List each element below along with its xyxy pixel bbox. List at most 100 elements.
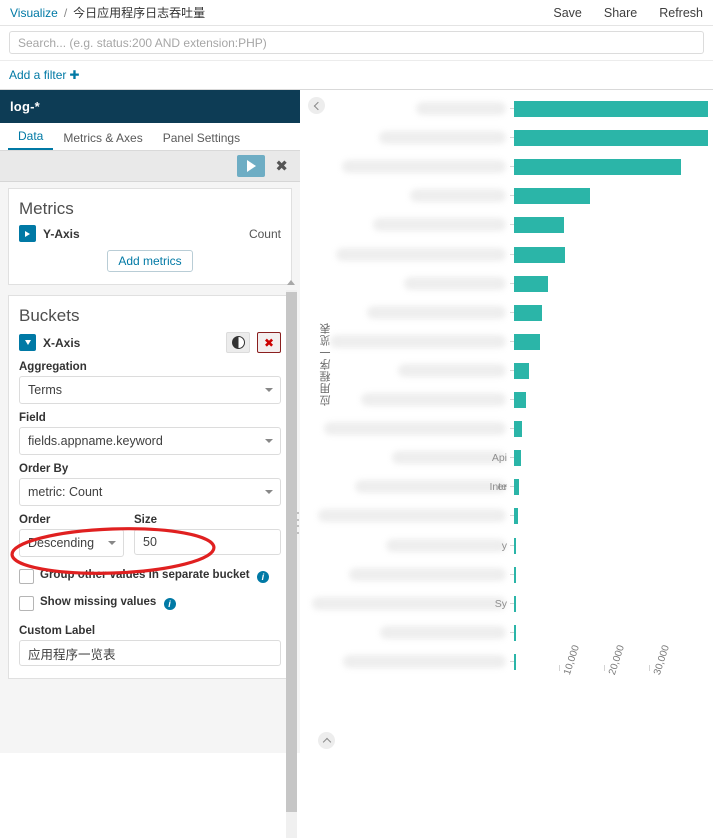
expand-y-axis-icon[interactable] <box>19 225 36 242</box>
collapse-x-axis-icon[interactable] <box>19 334 36 351</box>
breadcrumb-visualize[interactable]: Visualize <box>10 6 58 20</box>
category-label-redacted <box>373 218 506 232</box>
aggregation-select-value: Terms <box>28 383 63 397</box>
bar[interactable] <box>514 130 708 147</box>
bar[interactable] <box>514 362 529 379</box>
bar[interactable] <box>514 595 516 612</box>
bar[interactable] <box>514 188 590 205</box>
share-button[interactable]: Share <box>604 6 637 20</box>
show-missing-values-row[interactable]: Show missing values i <box>19 595 281 611</box>
bar-row[interactable] <box>514 275 549 292</box>
scroll-up-arrow-icon[interactable] <box>287 280 295 285</box>
bar-row[interactable] <box>514 130 708 147</box>
category-label-redacted <box>386 538 506 552</box>
size-input[interactable] <box>134 529 281 555</box>
bar[interactable] <box>514 479 520 496</box>
order-select-value: Descending <box>28 536 95 550</box>
category-tick <box>510 573 514 575</box>
bar-row[interactable] <box>514 392 527 408</box>
category-label-redacted <box>392 451 506 465</box>
bar[interactable] <box>514 304 542 321</box>
save-button[interactable]: Save <box>553 6 582 20</box>
category-label-redacted <box>398 363 506 377</box>
bar-row[interactable] <box>514 304 542 321</box>
bar-row[interactable] <box>514 479 520 496</box>
bar[interactable] <box>514 217 565 234</box>
group-other-values-checkbox[interactable] <box>19 569 34 584</box>
bar-row[interactable] <box>514 624 516 641</box>
show-missing-values-checkbox[interactable] <box>19 596 34 611</box>
category-label-redacted <box>380 625 506 639</box>
filter-bar: Add a filter ✚ <box>0 60 713 90</box>
bar-row[interactable] <box>514 421 522 438</box>
bar-row[interactable] <box>514 595 516 612</box>
order-column: Order Descending <box>19 506 124 557</box>
category-label-fragment: y <box>501 539 507 552</box>
bar[interactable] <box>514 275 549 292</box>
bar[interactable] <box>514 246 566 263</box>
bar[interactable] <box>514 101 708 117</box>
order-select[interactable]: Descending <box>19 529 124 557</box>
order-by-select[interactable]: metric: Count <box>19 478 281 506</box>
bar-row[interactable] <box>514 508 518 525</box>
panel-resize-handle[interactable] <box>294 510 302 536</box>
editor-scroll-container[interactable]: Metrics Y-Axis Count Add metrics Buckets… <box>0 182 300 753</box>
bar-row[interactable] <box>514 566 516 583</box>
bar[interactable] <box>514 653 516 670</box>
bar-row[interactable] <box>514 101 708 117</box>
info-icon[interactable]: i <box>256 571 269 584</box>
metrics-card: Metrics Y-Axis Count Add metrics <box>8 188 292 285</box>
scrollbar-thumb[interactable] <box>286 292 297 812</box>
bar[interactable] <box>514 333 541 350</box>
horizontal-bar-chart[interactable]: 应用程序一览表 Api Inte er y Sy 10,000 20,000 30,000 <box>300 90 713 753</box>
custom-label-input[interactable] <box>19 640 281 666</box>
collapse-spy-panel-button[interactable] <box>318 732 335 749</box>
bar[interactable] <box>514 392 527 408</box>
bar[interactable] <box>514 159 682 176</box>
x-axis-row[interactable]: X-Axis ✖ <box>19 332 281 353</box>
apply-changes-button[interactable] <box>237 155 266 177</box>
bar-row[interactable] <box>514 188 590 205</box>
category-tick <box>510 166 514 168</box>
category-tick <box>510 399 514 400</box>
bar-row[interactable] <box>514 450 521 467</box>
remove-bucket-button[interactable]: ✖ <box>257 332 281 353</box>
tab-metrics-and-axes[interactable]: Metrics & Axes <box>53 131 152 150</box>
add-metrics-button[interactable]: Add metrics <box>107 250 193 272</box>
tab-panel-settings[interactable]: Panel Settings <box>153 131 250 150</box>
editor-scrollbar[interactable] <box>286 280 297 840</box>
bar[interactable] <box>514 566 516 583</box>
play-icon <box>246 160 256 172</box>
category-label-redacted <box>342 160 506 174</box>
bar-row[interactable] <box>514 333 541 350</box>
y-axis-row[interactable]: Y-Axis Count <box>19 225 281 242</box>
aggregation-field-label: Aggregation <box>19 361 87 373</box>
category-tick <box>510 457 514 459</box>
field-select[interactable]: fields.appname.keyword <box>19 427 281 455</box>
toggle-bucket-enabled-button[interactable] <box>226 332 250 353</box>
add-filter-button[interactable]: Add a filter ✚ <box>9 68 79 82</box>
bar[interactable] <box>514 624 516 641</box>
buckets-title: Buckets <box>19 306 80 325</box>
bar-row[interactable] <box>514 362 529 379</box>
aggregation-select[interactable]: Terms <box>19 376 281 404</box>
refresh-button[interactable]: Refresh <box>659 6 703 20</box>
discard-changes-button[interactable]: ✖ <box>273 159 290 174</box>
search-input[interactable] <box>9 31 704 54</box>
bar-row[interactable] <box>514 653 516 670</box>
bar-row[interactable] <box>514 217 565 234</box>
info-icon[interactable]: i <box>163 598 176 611</box>
tab-data[interactable]: Data <box>8 129 54 150</box>
editor-action-bar: ✖ <box>0 151 300 182</box>
bar-row[interactable] <box>514 159 682 176</box>
x-axis-tick-label: 30,000 <box>652 643 672 677</box>
collapse-editor-button[interactable] <box>308 97 325 114</box>
bar[interactable] <box>514 421 522 438</box>
bar-row[interactable] <box>514 246 566 263</box>
category-label-fragment: Sy <box>494 597 507 610</box>
group-other-values-row[interactable]: Group other values in separate bucket i <box>19 568 281 584</box>
bar[interactable] <box>514 450 521 467</box>
bar-row[interactable] <box>514 537 516 554</box>
bar[interactable] <box>514 537 516 554</box>
bar[interactable] <box>514 508 518 525</box>
